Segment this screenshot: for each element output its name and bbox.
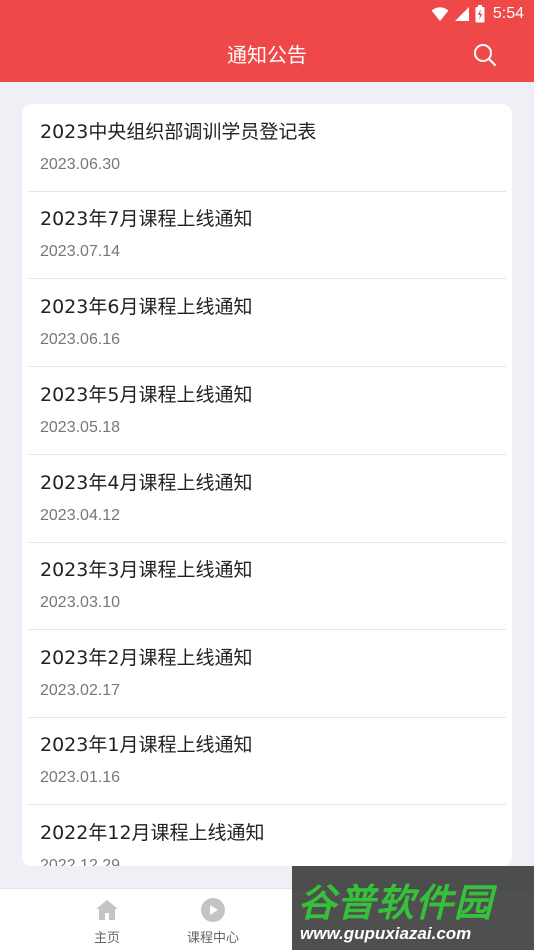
play-circle-icon <box>201 898 225 922</box>
watermark-logo: 谷普软件园 <box>298 881 494 925</box>
watermark-url: www.gupuxiazai.com <box>300 924 472 943</box>
search-button[interactable] <box>472 42 498 68</box>
notice-date: 2023.04.12 <box>40 507 121 524</box>
notice-date: 2023.02.17 <box>40 682 121 699</box>
search-icon <box>474 44 497 67</box>
signal-icon <box>454 7 469 21</box>
battery-icon <box>475 5 485 23</box>
notice-date: 2023.06.30 <box>40 156 121 173</box>
notice-date: 2023.05.18 <box>40 419 121 436</box>
status-icons: 5:54 <box>431 4 524 24</box>
watermark: 谷普软件园 www.gupuxiazai.com <box>292 866 534 950</box>
notice-item[interactable]: 2023年3月课程上线通知 2023.03.10 <box>22 542 512 630</box>
notice-item[interactable]: 2022年12月课程上线通知 2022.12.29 <box>22 805 512 866</box>
notice-date: 2023.07.14 <box>40 243 121 260</box>
app-header: 通知公告 <box>0 28 534 82</box>
notice-title: 2023年2月课程上线通知 <box>40 647 253 669</box>
notice-title: 2023年7月课程上线通知 <box>40 208 253 230</box>
page-title: 通知公告 <box>227 43 307 67</box>
notice-title: 2023年6月课程上线通知 <box>40 296 253 318</box>
notice-title: 2023年1月课程上线通知 <box>40 734 253 756</box>
notice-item[interactable]: 2023中央组织部调训学员登记表 2023.06.30 <box>22 104 512 192</box>
notice-title: 2022年12月课程上线通知 <box>40 822 265 844</box>
notice-date: 2023.03.10 <box>40 594 121 611</box>
notice-list: 2023中央组织部调训学员登记表 2023.06.30 2023年7月课程上线通… <box>22 104 512 866</box>
notice-date: 2023.01.16 <box>40 769 121 786</box>
notice-title: 2023年5月课程上线通知 <box>40 384 253 406</box>
tab-home[interactable]: 主页 <box>52 889 162 950</box>
tab-label: 课程中心 <box>186 931 239 946</box>
notice-title: 2023年4月课程上线通知 <box>40 472 253 494</box>
wifi-icon <box>431 7 449 21</box>
status-bar: 5:54 <box>0 0 534 28</box>
tab-course-center[interactable]: 课程中心 <box>158 889 268 950</box>
notice-title: 2023中央组织部调训学员登记表 <box>40 121 317 143</box>
notice-item[interactable]: 2023年5月课程上线通知 2023.05.18 <box>22 367 512 455</box>
notice-item[interactable]: 2023年2月课程上线通知 2023.02.17 <box>22 630 512 718</box>
status-time: 5:54 <box>492 5 524 22</box>
notice-date: 2022.12.29 <box>40 857 121 866</box>
tab-label: 主页 <box>93 931 120 946</box>
notice-date: 2023.06.16 <box>40 331 121 348</box>
notice-item[interactable]: 2023年4月课程上线通知 2023.04.12 <box>22 455 512 543</box>
notice-item[interactable]: 2023年6月课程上线通知 2023.06.16 <box>22 279 512 367</box>
notice-item[interactable]: 2023年1月课程上线通知 2023.01.16 <box>22 717 512 805</box>
home-icon <box>96 900 118 920</box>
notice-item[interactable]: 2023年7月课程上线通知 2023.07.14 <box>22 191 512 279</box>
notice-title: 2023年3月课程上线通知 <box>40 559 253 581</box>
